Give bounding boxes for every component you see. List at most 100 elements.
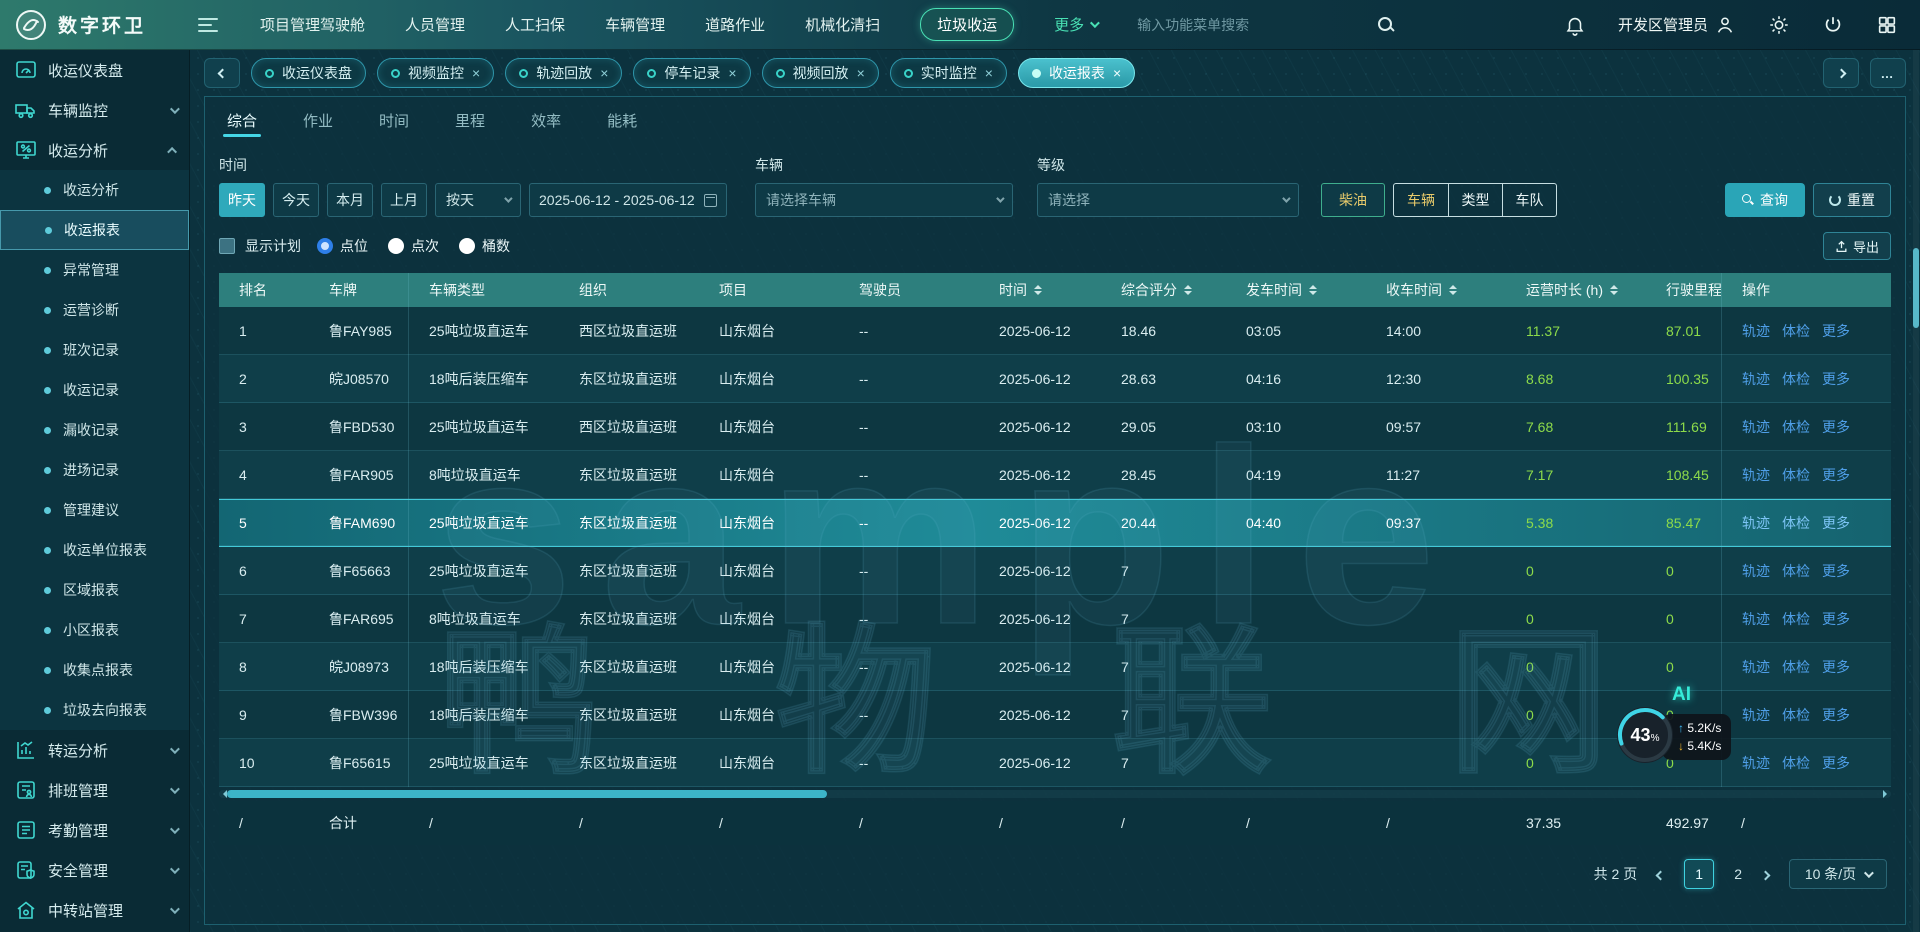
action-link[interactable]: 更多 — [1822, 753, 1850, 773]
action-link[interactable]: 体检 — [1782, 657, 1810, 677]
quick-date-button[interactable]: 今天 — [273, 183, 319, 217]
ai-gauge[interactable]: 43% — [1614, 704, 1676, 766]
dimension-button[interactable]: 类型 — [1448, 184, 1502, 216]
sidebar-subitem[interactable]: 小区报表 — [0, 610, 189, 650]
action-link[interactable]: 轨迹 — [1742, 465, 1770, 485]
sidebar-subitem[interactable]: 异常管理 — [0, 250, 189, 290]
report-subtab[interactable]: 里程 — [455, 97, 485, 143]
open-tab-pill[interactable]: 轨迹回放× — [505, 58, 622, 88]
close-icon[interactable]: × — [1113, 66, 1121, 80]
sidebar-item[interactable]: 安全管理 — [0, 850, 189, 890]
table-row[interactable]: 1鲁FAY98525吨垃圾直运车西区垃圾直运班山东烟台--2025-06-121… — [219, 307, 1891, 355]
fuel-diesel-button[interactable]: 柴油 — [1321, 183, 1385, 217]
report-subtab[interactable]: 效率 — [531, 97, 561, 143]
action-link[interactable]: 体检 — [1782, 417, 1810, 437]
hscroll-left-arrow-icon[interactable] — [219, 790, 227, 798]
report-subtab[interactable]: 时间 — [379, 97, 409, 143]
action-link[interactable]: 体检 — [1782, 321, 1810, 341]
sidebar-subitem[interactable]: 进场记录 — [0, 450, 189, 490]
action-link[interactable]: 轨迹 — [1742, 513, 1770, 533]
table-row[interactable]: 2皖J0857018吨后装压缩车东区垃圾直运班山东烟台--2025-06-122… — [219, 355, 1891, 403]
quick-date-button[interactable]: 昨天 — [219, 183, 265, 217]
apps-grid-icon[interactable] — [1876, 14, 1898, 36]
table-header-cell[interactable]: 运营时长 (h) — [1506, 280, 1646, 300]
close-icon[interactable]: × — [728, 66, 736, 80]
open-tab-pill[interactable]: 实时监控× — [890, 58, 1007, 88]
sort-icon[interactable] — [1184, 285, 1192, 295]
close-icon[interactable]: × — [600, 66, 608, 80]
action-link[interactable]: 体检 — [1782, 465, 1810, 485]
table-row[interactable]: 7鲁FAR6958吨垃圾直运车东区垃圾直运班山东烟台--2025-06-1270… — [219, 595, 1891, 643]
sidebar-subitem[interactable]: 收集点报表 — [0, 650, 189, 690]
sidebar-subitem[interactable]: 运营诊断 — [0, 290, 189, 330]
table-row[interactable]: 6鲁F6566325吨垃圾直运车东区垃圾直运班山东烟台--2025-06-127… — [219, 547, 1891, 595]
sidebar-subitem[interactable]: 区域报表 — [0, 570, 189, 610]
metric-radio[interactable]: 桶数 — [459, 236, 510, 256]
table-row[interactable]: 3鲁FBD53025吨垃圾直运车西区垃圾直运班山东烟台--2025-06-122… — [219, 403, 1891, 451]
topbar-menu-item[interactable]: 人工扫保 — [505, 14, 565, 35]
hscroll-thumb[interactable] — [227, 790, 827, 798]
table-row[interactable]: 5鲁FAM69025吨垃圾直运车东区垃圾直运班山东烟台--2025-06-122… — [219, 499, 1891, 547]
action-link[interactable]: 体检 — [1782, 561, 1810, 581]
report-subtab[interactable]: 综合 — [227, 97, 257, 143]
vehicle-select[interactable]: 请选择车辆 — [755, 183, 1013, 217]
table-row[interactable]: 4鲁FAR9058吨垃圾直运车东区垃圾直运班山东烟台--2025-06-1228… — [219, 451, 1891, 499]
action-link[interactable]: 轨迹 — [1742, 417, 1770, 437]
export-button[interactable]: 导出 — [1823, 232, 1891, 260]
sidebar-item[interactable]: 收运分析 — [0, 130, 189, 170]
sidebar-subitem[interactable]: 漏收记录 — [0, 410, 189, 450]
action-link[interactable]: 更多 — [1822, 609, 1850, 629]
power-icon[interactable] — [1822, 14, 1844, 36]
sidebar-item[interactable]: 考勤管理 — [0, 810, 189, 850]
open-tab-pill[interactable]: 视频监控× — [377, 58, 494, 88]
query-button[interactable]: 查询 — [1725, 183, 1805, 217]
action-link[interactable]: 轨迹 — [1742, 609, 1770, 629]
metric-radio[interactable]: 点次 — [388, 236, 439, 256]
table-header-cell[interactable]: 发车时间 — [1226, 280, 1366, 300]
action-link[interactable]: 更多 — [1822, 369, 1850, 389]
topbar-menu-item[interactable]: 人员管理 — [405, 14, 465, 35]
date-range-input[interactable]: 2025-06-12 - 2025-06-12 — [529, 183, 727, 217]
user-menu[interactable]: 开发区管理员 — [1618, 14, 1736, 36]
sidebar-subitem[interactable]: 管理建议 — [0, 490, 189, 530]
open-tab-pill[interactable]: 视频回放× — [762, 58, 879, 88]
action-link[interactable]: 更多 — [1822, 561, 1850, 581]
action-link[interactable]: 更多 — [1822, 657, 1850, 677]
action-link[interactable]: 更多 — [1822, 465, 1850, 485]
quick-date-button[interactable]: 上月 — [381, 183, 427, 217]
topbar-menu-item[interactable]: 更多 — [1054, 14, 1097, 35]
metric-radio[interactable]: 点位 — [317, 236, 368, 256]
page-vertical-scrollbar[interactable] — [1913, 50, 1919, 932]
topbar-menu-item[interactable]: 道路作业 — [705, 14, 765, 35]
tabs-more-button[interactable]: … — [1870, 58, 1906, 88]
pagination-prev-button[interactable] — [1657, 866, 1664, 882]
action-link[interactable]: 体检 — [1782, 753, 1810, 773]
sidebar-item[interactable]: 排班管理 — [0, 770, 189, 810]
search-icon[interactable] — [1377, 16, 1395, 34]
sidebar-item[interactable]: 转运分析 — [0, 730, 189, 770]
dimension-button[interactable]: 车队 — [1502, 184, 1556, 216]
action-link[interactable]: 体检 — [1782, 369, 1810, 389]
sidebar-subitem[interactable]: 收运记录 — [0, 370, 189, 410]
pagination-page-active[interactable]: 1 — [1684, 859, 1714, 889]
pagination-next-button[interactable] — [1762, 866, 1769, 882]
action-link[interactable]: 轨迹 — [1742, 657, 1770, 677]
dimension-button[interactable]: 车辆 — [1394, 184, 1448, 216]
action-link[interactable]: 体检 — [1782, 705, 1810, 725]
bell-icon[interactable] — [1564, 14, 1586, 36]
open-tab-pill[interactable]: 收运报表× — [1018, 58, 1135, 88]
action-link[interactable]: 体检 — [1782, 513, 1810, 533]
action-link[interactable]: 轨迹 — [1742, 561, 1770, 581]
sort-icon[interactable] — [1309, 285, 1317, 295]
action-link[interactable]: 轨迹 — [1742, 321, 1770, 341]
action-link[interactable]: 轨迹 — [1742, 369, 1770, 389]
action-link[interactable]: 更多 — [1822, 705, 1850, 725]
topbar-menu-item[interactable]: 项目管理驾驶舱 — [260, 14, 365, 35]
table-header-cell[interactable]: 时间 — [979, 280, 1101, 300]
sort-icon[interactable] — [1610, 285, 1618, 295]
vscroll-thumb[interactable] — [1913, 248, 1919, 328]
pagination-page[interactable]: 2 — [1734, 866, 1742, 882]
table-header-cell[interactable]: 综合评分 — [1101, 280, 1226, 300]
open-tab-pill[interactable]: 收运仪表盘 — [251, 58, 366, 88]
tabs-scroll-right-button[interactable] — [1823, 58, 1859, 88]
